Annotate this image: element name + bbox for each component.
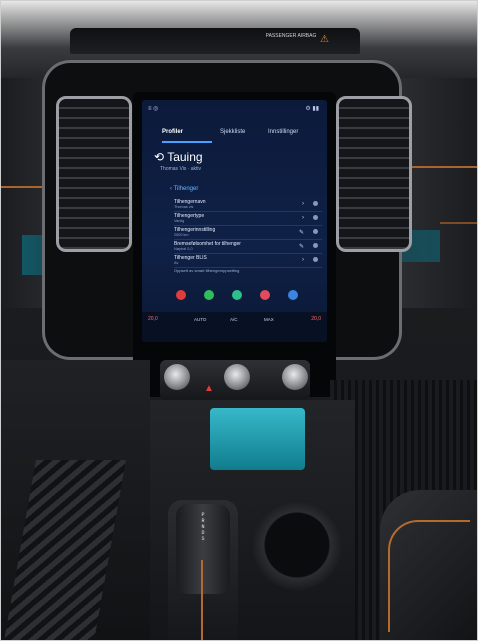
photo-border [0,0,478,641]
